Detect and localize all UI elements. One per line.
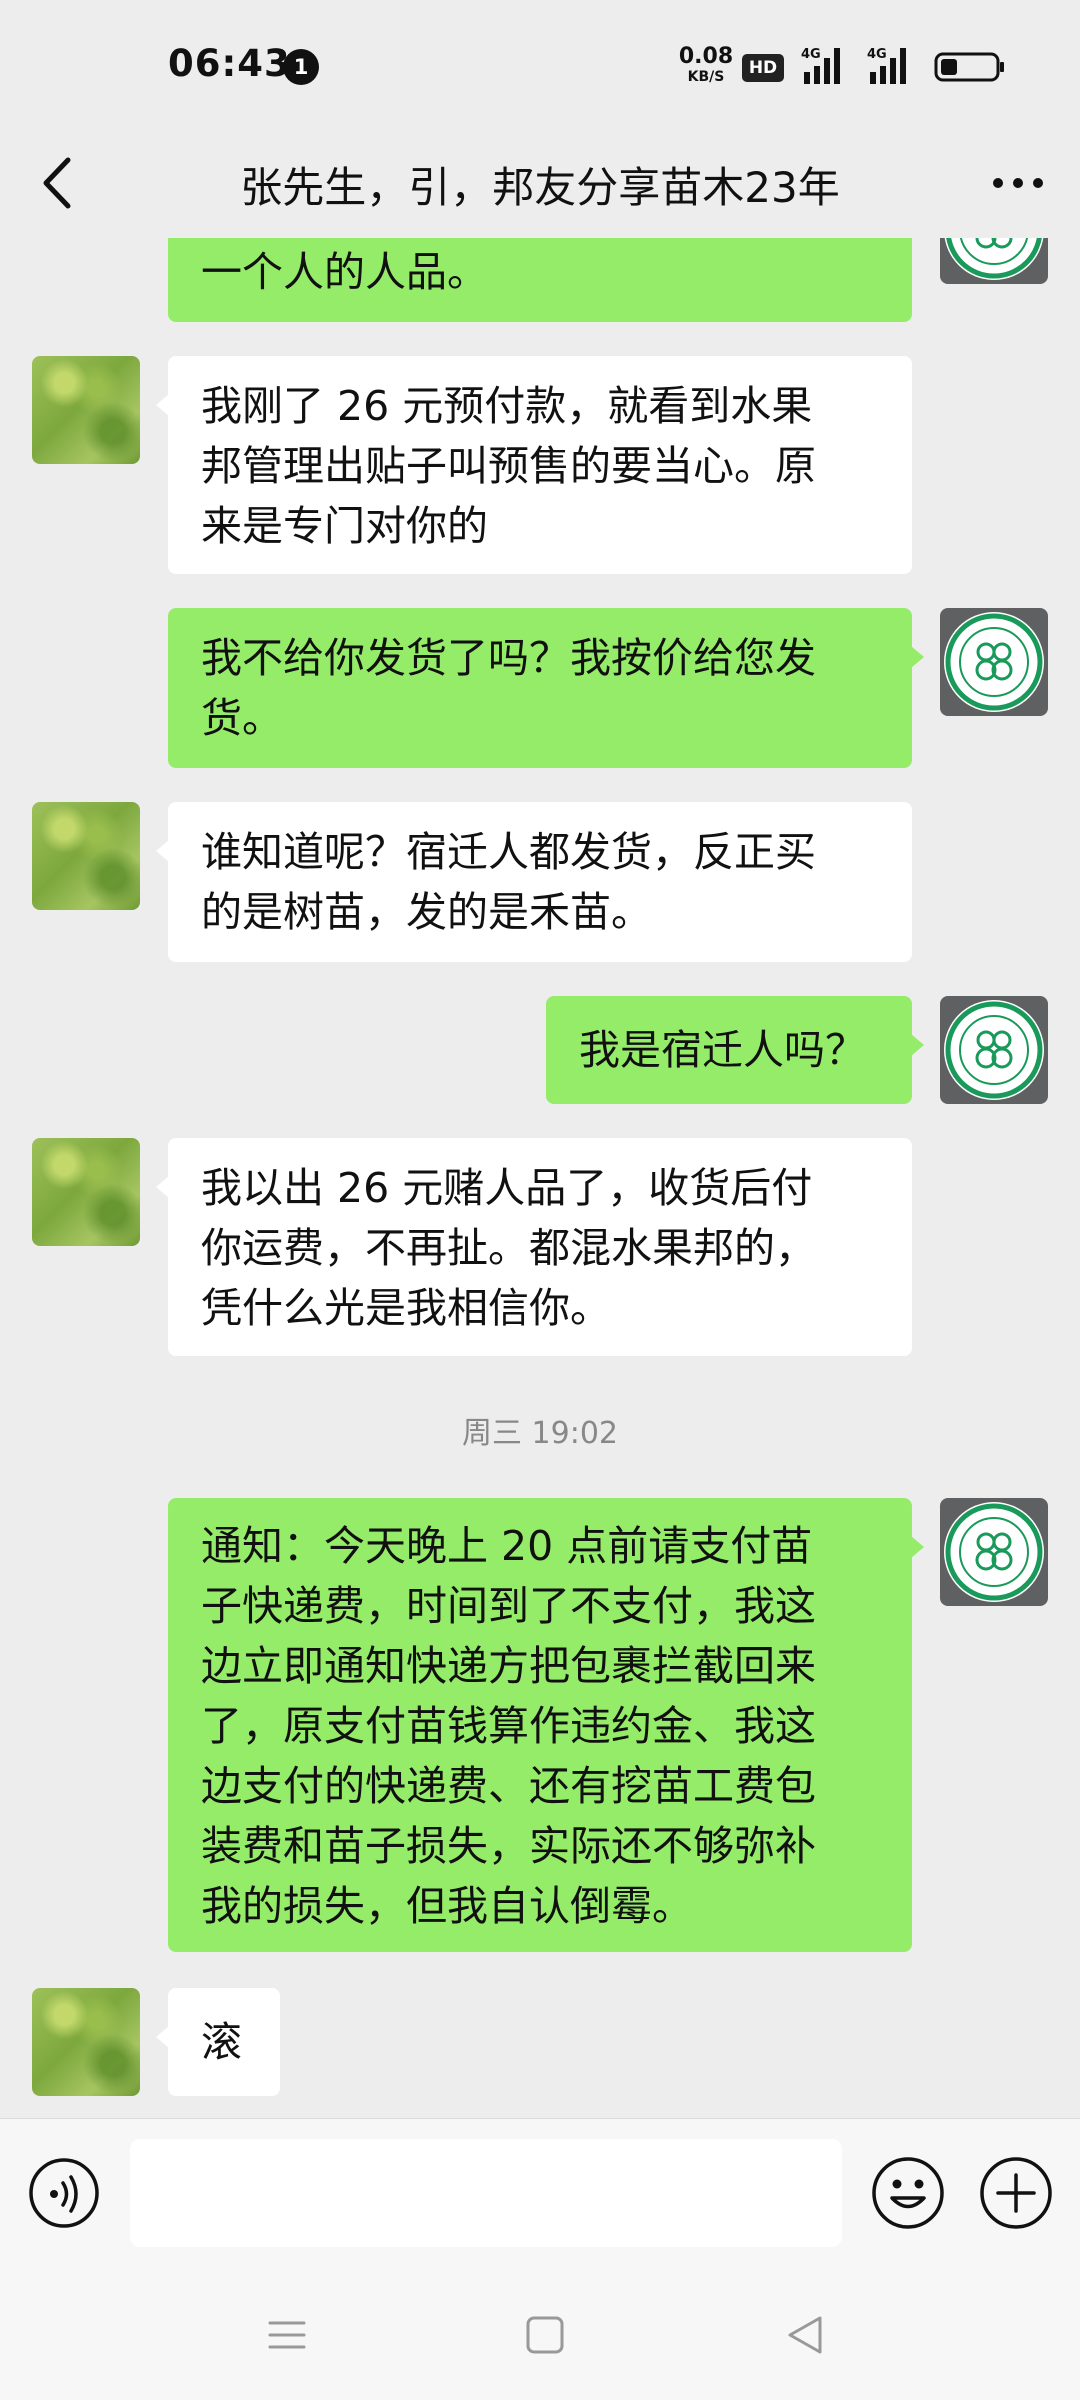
message-line: 我不给你发货了吗？我按价给您发 (201, 634, 816, 682)
message-line: 货。 (201, 694, 283, 742)
message-input[interactable] (130, 2139, 842, 2247)
contact-avatar[interactable] (32, 356, 140, 464)
message-line: 我是宿迁人吗？ (579, 1026, 866, 1074)
signal-4g-label-2: 4G (867, 47, 887, 62)
shop-logo-icon (944, 238, 1044, 280)
more-dots-icon[interactable] (986, 148, 1050, 218)
voice-icon[interactable] (28, 2157, 100, 2229)
input-bar (0, 2118, 1080, 2271)
status-bar: 06:43 1 0.08 KB/S HD 4G 4G (0, 0, 1080, 130)
contact-avatar[interactable] (32, 1138, 140, 1246)
notification-badge: 1 (283, 49, 319, 85)
message-line: 通知：今天晚上 20 点前请支付苗 (201, 1522, 813, 1570)
back-triangle-icon[interactable] (780, 2310, 830, 2360)
message-line: 我刚了 26 元预付款，就看到水果 (201, 382, 813, 430)
chat-title: 张先生，引，邦友分享苗木23年 (240, 163, 840, 212)
plus-icon[interactable] (978, 2155, 1054, 2231)
back-chevron-icon[interactable] (32, 148, 88, 218)
message-line: 凭什么光是我相信你。 (201, 1284, 611, 1332)
message-bubble-me[interactable]: 我不给你发货了吗？我按价给您发 货。 (168, 608, 924, 768)
message-bubble-me[interactable]: 通知：今天晚上 20 点前请支付苗 子快递费，时间到了不支付，我这 边立即通知快… (168, 1498, 924, 1952)
signal-4g-icon-2: 4G (867, 47, 906, 84)
self-avatar[interactable] (940, 1498, 1048, 1606)
message-line: 装费和苗子损失，实际还不够弥补 (201, 1822, 816, 1870)
message-line: 邦管理出贴子叫预售的要当心。原 (201, 442, 816, 490)
chat-header: 张先生，引，邦友分享苗木23年 (0, 130, 1080, 238)
message-line: 你运费，不再扯。都混水果邦的， (201, 1224, 816, 1272)
signal-4g-icon: 4G (801, 47, 840, 84)
message-line: 的是树苗，发的是禾苗。 (201, 888, 652, 936)
self-avatar[interactable] (940, 608, 1048, 716)
message-line: 滚 (201, 2018, 242, 2066)
self-avatar[interactable] (940, 996, 1048, 1104)
message-line: 了，原支付苗钱算作违约金、我这 (201, 1702, 816, 1750)
network-speed: 0.08 KB/S (678, 44, 734, 85)
contact-avatar[interactable] (32, 1988, 140, 2096)
signal-4g-label: 4G (801, 47, 821, 62)
message-line: 一个人的人品。 (201, 248, 488, 296)
message-line: 谁知道呢？宿迁人都发货，反正买 (201, 828, 816, 876)
emoji-icon[interactable] (870, 2155, 946, 2231)
shop-logo-icon (944, 612, 1044, 712)
network-speed-value: 0.08 (678, 44, 734, 69)
contact-avatar[interactable] (32, 802, 140, 910)
message-line: 边立即通知快递方把包裹拦截回来 (201, 1642, 816, 1690)
chat-message-list[interactable]: 一个人的人品。 我刚了 26 元预付款，就看到水果 邦管理出贴子叫预售的要当心。… (0, 238, 1080, 2118)
message-line: 我以出 26 元赌人品了，收货后付 (201, 1164, 813, 1212)
message-line: 来是专门对你的 (201, 502, 488, 550)
message-timestamp: 周三 19:02 (462, 1416, 618, 1451)
message-line: 我的损失，但我自认倒霉。 (201, 1882, 693, 1930)
home-square-icon[interactable] (520, 2310, 570, 2360)
status-time: 06:43 (168, 42, 291, 85)
battery-icon (934, 52, 1004, 82)
message-bubble-other[interactable]: 谁知道呢？宿迁人都发货，反正买 的是树苗，发的是禾苗。 (156, 802, 912, 962)
network-speed-unit: KB/S (687, 69, 725, 85)
self-avatar[interactable] (940, 238, 1048, 284)
message-bubble-me[interactable]: 一个人的人品。 (168, 238, 912, 322)
message-bubble-other[interactable]: 我以出 26 元赌人品了，收货后付 你运费，不再扯。都混水果邦的， 凭什么光是我… (156, 1138, 912, 1356)
shop-logo-icon (944, 1502, 1044, 1602)
message-bubble-me[interactable]: 我是宿迁人吗？ (546, 996, 924, 1104)
message-line: 边支付的快递费、还有挖苗工费包 (201, 1762, 816, 1810)
message-line: 子快递费，时间到了不支付，我这 (201, 1582, 816, 1630)
message-bubble-other[interactable]: 我刚了 26 元预付款，就看到水果 邦管理出贴子叫预售的要当心。原 来是专门对你… (156, 356, 912, 574)
menu-icon[interactable] (262, 2310, 312, 2360)
system-nav-bar (0, 2270, 1080, 2400)
shop-logo-icon (944, 1000, 1044, 1100)
hd-volte-icon: HD (742, 54, 784, 82)
message-bubble-other[interactable]: 滚 (156, 1988, 280, 2096)
